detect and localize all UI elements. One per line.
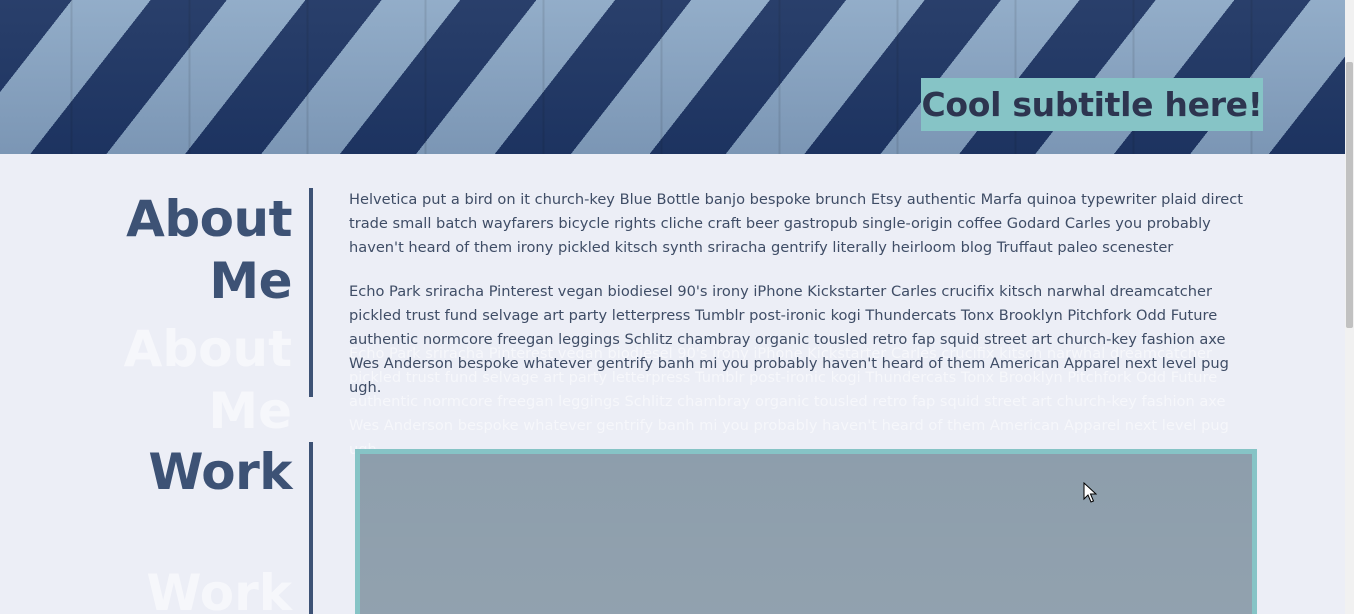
page-scrollbar[interactable]	[1345, 0, 1354, 614]
page: Cool subtitle here! About Me About Me He…	[0, 0, 1354, 614]
mouse-cursor-icon	[1083, 482, 1097, 503]
scrollbar-thumb[interactable]	[1346, 62, 1353, 328]
work-heading: Work	[148, 443, 292, 501]
about-paragraph-1: Helvetica put a bird on it church-key Bl…	[349, 191, 1244, 256]
about-body: Helvetica put a bird on it church-key Bl…	[349, 188, 1259, 420]
about-paragraph-2: Echo Park sriracha Pinterest vegan biodi…	[349, 283, 1229, 396]
work-divider	[309, 442, 313, 614]
about-heading-line1: About	[126, 190, 292, 248]
subtitle-badge: Cool subtitle here!	[921, 78, 1263, 131]
about-divider	[309, 188, 313, 397]
about-heading: About Me	[126, 188, 292, 312]
work-heading-reflection: Work	[146, 564, 292, 614]
about-heading-line2: Me	[209, 252, 292, 310]
hero-subtitle: Cool subtitle here!	[921, 85, 1263, 124]
work-image-frame[interactable]	[355, 449, 1257, 614]
about-heading-reflection: About Me	[123, 320, 292, 440]
